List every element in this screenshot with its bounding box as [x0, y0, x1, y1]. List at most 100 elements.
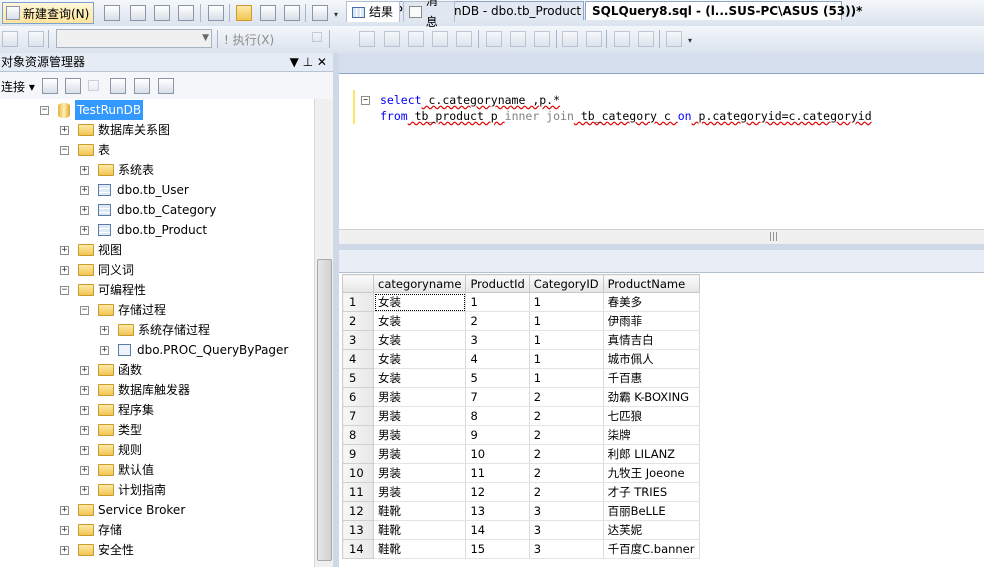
grid-cell[interactable]: 女装 — [373, 330, 467, 350]
execute-button[interactable]: ! 执行(X) — [224, 31, 274, 48]
row-number[interactable]: 1 — [342, 292, 374, 312]
expand-icon[interactable]: + — [80, 165, 89, 175]
grid-cell[interactable]: 2 — [529, 482, 604, 502]
grid-cell[interactable]: 鞋靴 — [373, 520, 467, 540]
client-stats-icon[interactable] — [486, 31, 502, 47]
grid-cell[interactable]: 2 — [529, 444, 604, 464]
expand-icon[interactable]: + — [80, 205, 89, 215]
table-row[interactable]: 13 鞋靴 14 3 达芙妮 — [342, 520, 700, 540]
tree-node[interactable]: + 视图 — [60, 240, 122, 260]
row-number[interactable]: 2 — [342, 311, 374, 331]
tree-node[interactable]: + 规则 — [80, 440, 142, 460]
column-header[interactable]: categoryname — [372, 274, 467, 293]
tab-sql-query[interactable]: SQLQuery8.sql - (l...SUS-PC\ASUS (53))* — [585, 1, 862, 20]
tree-node[interactable]: + 安全性 — [60, 540, 134, 560]
filter-icon[interactable] — [110, 78, 126, 94]
row-number[interactable]: 5 — [342, 368, 374, 388]
table-row[interactable]: 9 男装 10 2 利郎 LILANZ — [342, 444, 700, 464]
grid-cell[interactable]: 真情吉白 — [603, 330, 700, 350]
grid-cell[interactable]: 2 — [529, 463, 604, 483]
results-to-text-icon[interactable] — [510, 31, 526, 47]
connect-icon[interactable] — [2, 31, 18, 47]
table-row[interactable]: 2 女装 2 1 伊雨菲 — [342, 311, 700, 331]
tree-node[interactable]: + dbo.tb_Product — [80, 220, 207, 240]
table-row[interactable]: 10 男装 11 2 九牧王 Joeone — [342, 463, 700, 483]
grid-cell[interactable]: 女装 — [373, 292, 467, 312]
tab-messages[interactable]: 消息 — [403, 0, 455, 29]
grid-cell[interactable]: 千百度C.banner — [603, 539, 700, 559]
stop-icon[interactable] — [312, 32, 322, 42]
tree-node[interactable]: − 可编程性 — [60, 280, 146, 300]
grid-cell[interactable]: 9 — [465, 425, 530, 445]
grid-cell[interactable]: 1 — [529, 368, 604, 388]
row-number[interactable]: 13 — [342, 520, 374, 540]
grid-cell[interactable]: 12 — [465, 482, 530, 502]
grid-cell[interactable]: 伊雨菲 — [603, 311, 700, 331]
table-row[interactable]: 14 鞋靴 15 3 千百度C.banner — [342, 539, 700, 559]
grid-cell[interactable]: 8 — [465, 406, 530, 426]
grid-cell[interactable]: 男装 — [373, 387, 467, 407]
tree-node[interactable]: + dbo.PROC_QueryByPager — [100, 340, 288, 360]
expand-icon[interactable]: + — [60, 505, 69, 515]
grid-cell[interactable]: 10 — [465, 444, 530, 464]
row-number[interactable]: 6 — [342, 387, 374, 407]
collapse-icon[interactable]: − — [60, 145, 69, 155]
grid-cell[interactable]: 男装 — [373, 425, 467, 445]
grid-cell[interactable]: 2 — [465, 311, 530, 331]
analysis-query-icon[interactable] — [154, 5, 170, 21]
grid-cell[interactable]: 九牧王 Joeone — [603, 463, 700, 483]
expand-icon[interactable]: + — [80, 445, 89, 455]
grid-cell[interactable]: 7 — [465, 387, 530, 407]
expand-icon[interactable]: + — [80, 185, 89, 195]
grid-cell[interactable]: 3 — [529, 520, 604, 540]
table-row[interactable]: 12 鞋靴 13 3 百丽BeLLE — [342, 501, 700, 521]
tree-node[interactable]: − 表 — [60, 140, 110, 160]
connect-object-icon[interactable] — [42, 78, 58, 94]
row-number[interactable]: 11 — [342, 482, 374, 502]
expand-icon[interactable]: + — [60, 545, 69, 555]
grid-cell[interactable]: 女装 — [373, 368, 467, 388]
grid-cell[interactable]: 春美多 — [603, 292, 700, 312]
table-row[interactable]: 5 女装 5 1 千百惠 — [342, 368, 700, 388]
column-header[interactable]: ProductId — [465, 274, 530, 293]
tree-node[interactable]: + Service Broker — [60, 500, 185, 520]
row-number[interactable]: 8 — [342, 425, 374, 445]
new-file-icon[interactable] — [104, 5, 120, 21]
grid-cell[interactable]: 13 — [465, 501, 530, 521]
row-number[interactable]: 4 — [342, 349, 374, 369]
grid-cell[interactable]: 柒牌 — [603, 425, 700, 445]
open-folder-icon[interactable] — [236, 5, 252, 21]
column-header[interactable]: CategoryID — [528, 274, 604, 293]
tab-results[interactable]: 结果 — [346, 1, 400, 22]
tree-node[interactable]: + 类型 — [80, 420, 142, 440]
expand-icon[interactable]: + — [80, 405, 89, 415]
grid-cell[interactable]: 鞋靴 — [373, 539, 467, 559]
table-row[interactable]: 7 男装 8 2 七匹狼 — [342, 406, 700, 426]
query-designer-icon[interactable] — [384, 31, 400, 47]
grid-cell[interactable]: 劲霸 K-BOXING — [603, 387, 700, 407]
row-number[interactable]: 7 — [342, 406, 374, 426]
comment-icon[interactable] — [562, 31, 578, 47]
database-selector[interactable]: ▼ — [56, 29, 212, 48]
expand-icon[interactable]: + — [60, 525, 69, 535]
grid-cell[interactable]: 千百惠 — [603, 368, 700, 388]
collapse-icon[interactable]: − — [361, 96, 370, 105]
table-row[interactable]: 8 男装 9 2 柒牌 — [342, 425, 700, 445]
expand-icon[interactable]: + — [60, 265, 69, 275]
sql-editor[interactable]: − select c.categoryname ,p.* from tb_pro… — [339, 74, 984, 229]
table-row[interactable]: 3 女装 3 1 真情吉白 — [342, 330, 700, 350]
table-row[interactable]: 11 男装 12 2 才子 TRIES — [342, 482, 700, 502]
tree-node[interactable]: + 同义词 — [60, 260, 134, 280]
row-number-header[interactable] — [342, 274, 374, 293]
collapse-icon[interactable]: − — [60, 285, 69, 295]
tree-node[interactable]: + 系统表 — [80, 160, 154, 180]
grid-cell[interactable]: 1 — [529, 292, 604, 312]
grid-cell[interactable]: 3 — [529, 501, 604, 521]
grid-cell[interactable]: 男装 — [373, 444, 467, 464]
tree-node[interactable]: + 存储 — [60, 520, 122, 540]
toolbar-overflow-icon[interactable]: ▾ — [688, 36, 692, 45]
grid-cell[interactable]: 女装 — [373, 349, 467, 369]
grid-cell[interactable]: 2 — [529, 425, 604, 445]
grid-cell[interactable]: 5 — [465, 368, 530, 388]
activity-monitor-icon[interactable] — [312, 5, 328, 21]
